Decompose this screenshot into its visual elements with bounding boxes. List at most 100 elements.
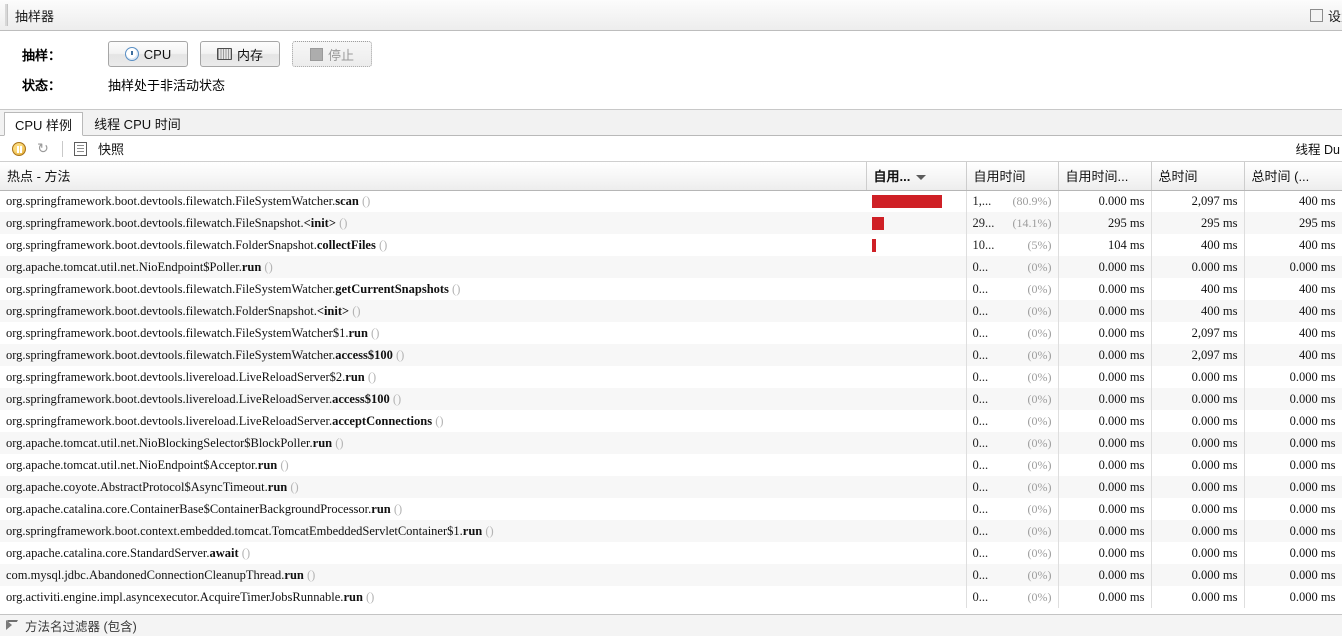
cell-method: org.springframework.boot.devtools.filewa… — [0, 344, 866, 366]
column-header-label: 自用... — [873, 169, 911, 185]
cpu-sample-button[interactable]: CPU — [108, 41, 188, 67]
column-header-selfbar[interactable]: 自用... — [866, 162, 967, 191]
table-row[interactable]: org.springframework.boot.devtools.filewa… — [0, 344, 1342, 366]
cell-total-time-percent: 0.000 ms — [1244, 564, 1342, 586]
cell-total-time-percent: 0.000 ms — [1244, 432, 1342, 454]
cell-self-time-bar — [866, 586, 967, 608]
cell-self-time-bar — [866, 432, 967, 454]
table-row[interactable]: org.springframework.boot.devtools.livere… — [0, 410, 1342, 432]
status-label: 状态： — [22, 77, 62, 93]
self-time-value: 0... — [972, 369, 989, 384]
self-time-value: 0... — [972, 325, 989, 340]
cell-method: org.springframework.boot.devtools.livere… — [0, 366, 866, 388]
cell-total-time: 2,097 ms — [1151, 322, 1245, 344]
table-row[interactable]: org.springframework.boot.devtools.filewa… — [0, 278, 1342, 300]
cell-total-time: 0.000 ms — [1151, 542, 1245, 564]
method-package: org.springframework.boot.devtools.livere… — [6, 413, 333, 428]
method-name: access$100 — [335, 347, 393, 362]
cpu-icon — [124, 47, 139, 61]
table-row[interactable]: org.springframework.boot.devtools.filewa… — [0, 300, 1342, 322]
cell-self-time-bar — [866, 190, 967, 212]
cell-method: org.springframework.boot.devtools.filewa… — [0, 300, 866, 322]
method-name: run — [462, 523, 483, 538]
method-package: org.springframework.boot.context.embedde… — [6, 523, 463, 538]
pause-button[interactable] — [8, 139, 30, 159]
table-row[interactable]: org.apache.catalina.core.ContainerBase$C… — [0, 498, 1342, 520]
method-filter-label: 方法名过滤器 (包含) — [25, 620, 137, 634]
tab-cpu-samples[interactable]: CPU 样例 — [4, 112, 84, 136]
table-row[interactable]: org.apache.tomcat.util.net.NioEndpoint$P… — [0, 256, 1342, 278]
table-row[interactable]: org.springframework.boot.devtools.filewa… — [0, 234, 1342, 256]
cell-total-time-percent: 0.000 ms — [1244, 410, 1342, 432]
table-row[interactable]: org.springframework.boot.devtools.filewa… — [0, 190, 1342, 212]
cell-self-time: 0.000 ms — [1058, 278, 1152, 300]
cell-self-time: 295 ms — [1058, 212, 1152, 234]
self-time-percent: (5%) — [1027, 237, 1052, 252]
tab-cpu-samples-label: CPU 样例 — [15, 117, 73, 133]
table-row[interactable]: org.springframework.boot.devtools.filewa… — [0, 212, 1342, 234]
cell-method: org.apache.catalina.core.ContainerBase$C… — [0, 498, 866, 520]
method-package: org.springframework.boot.devtools.filewa… — [6, 215, 304, 230]
self-time-value: 0... — [972, 413, 989, 428]
settings-checkbox[interactable] — [1310, 9, 1323, 22]
table-row[interactable]: org.activiti.engine.impl.asyncexecutor.A… — [0, 586, 1342, 608]
refresh-button[interactable]: ↻ — [32, 139, 54, 159]
cell-self-time: 0.000 ms — [1058, 498, 1152, 520]
stop-sample-button[interactable]: 停止 — [292, 41, 372, 67]
table-row[interactable]: org.apache.tomcat.util.net.NioBlockingSe… — [0, 432, 1342, 454]
cell-total-time-percent: 400 ms — [1244, 322, 1342, 344]
cell-method: org.apache.coyote.AbstractProtocol$Async… — [0, 476, 866, 498]
table-row[interactable]: org.springframework.boot.devtools.livere… — [0, 366, 1342, 388]
table-row[interactable]: com.mysql.jdbc.AbandonedConnectionCleanu… — [0, 564, 1342, 586]
cell-self-time: 0.000 ms — [1058, 300, 1152, 322]
cell-total-time: 0.000 ms — [1151, 388, 1245, 410]
cell-total-time-percent: 0.000 ms — [1244, 498, 1342, 520]
column-header-selftime[interactable]: 自用时间... — [1058, 162, 1152, 191]
table-row[interactable]: org.apache.tomcat.util.net.NioEndpoint$A… — [0, 454, 1342, 476]
cell-self-time-bar — [866, 476, 967, 498]
snapshot-button[interactable] — [69, 139, 91, 159]
cell-method: org.springframework.boot.devtools.filewa… — [0, 322, 866, 344]
tab-thread-cpu-time[interactable]: 线程 CPU 时间 — [83, 111, 192, 135]
cell-method: org.apache.tomcat.util.net.NioEndpoint$P… — [0, 256, 866, 278]
method-name: collectFiles — [316, 237, 376, 252]
cell-self-time-percent: 0... (0%) — [966, 498, 1059, 520]
table-header-row: 热点 - 方法 自用... 自用时间 自用时间... 总时间 总时间 (... — [0, 162, 1342, 191]
column-header-total[interactable]: 总时间 — [1151, 162, 1245, 191]
cpu-button-label: CPU — [143, 46, 172, 62]
snapshot-label[interactable]: 快照 — [98, 139, 124, 158]
cell-self-time: 0.000 ms — [1058, 476, 1152, 498]
table-row[interactable]: org.springframework.boot.context.embedde… — [0, 520, 1342, 542]
table-row[interactable]: org.apache.coyote.AbstractProtocol$Async… — [0, 476, 1342, 498]
memory-sample-button[interactable]: 内存 — [200, 41, 280, 67]
table-row[interactable]: org.apache.catalina.core.StandardServer.… — [0, 542, 1342, 564]
cell-total-time-percent: 0.000 ms — [1244, 256, 1342, 278]
cell-total-time: 0.000 ms — [1151, 432, 1245, 454]
cell-total-time-percent: 295 ms — [1244, 212, 1342, 234]
method-name: run — [371, 501, 391, 516]
column-header-selfpct[interactable]: 自用时间 — [966, 162, 1059, 191]
cell-total-time-percent: 400 ms — [1244, 190, 1342, 212]
table-body: org.springframework.boot.devtools.filewa… — [0, 190, 1342, 608]
sampling-row: 抽样： CPU 内存 停止 — [0, 39, 1342, 69]
table-row[interactable]: org.springframework.boot.devtools.filewa… — [0, 322, 1342, 344]
column-header-totalpct[interactable]: 总时间 (... — [1244, 162, 1342, 191]
settings-label[interactable]: 设置 — [1328, 6, 1342, 25]
hotspot-table: 热点 - 方法 自用... 自用时间 自用时间... 总时间 总时间 (... org.s… — [0, 162, 1342, 608]
hotspot-table-container[interactable]: 热点 - 方法 自用... 自用时间 自用时间... 总时间 总时间 (... org.s… — [0, 162, 1342, 614]
cell-method: org.apache.catalina.core.StandardServer.… — [0, 542, 866, 564]
cell-total-time-percent: 400 ms — [1244, 344, 1342, 366]
table-row[interactable]: org.springframework.boot.devtools.livere… — [0, 388, 1342, 410]
cell-total-time-percent: 400 ms — [1244, 278, 1342, 300]
cell-self-time: 0.000 ms — [1058, 542, 1152, 564]
column-header-label: 总时间 (... — [1251, 169, 1310, 185]
cell-method: org.apache.tomcat.util.net.NioEndpoint$A… — [0, 454, 866, 476]
cell-self-time-percent: 0... (0%) — [966, 542, 1059, 564]
self-time-bar — [872, 216, 885, 230]
column-header-method[interactable]: 热点 - 方法 — [0, 162, 867, 191]
cell-method: org.springframework.boot.context.embedde… — [0, 520, 866, 542]
cell-total-time: 2,097 ms — [1151, 190, 1245, 212]
self-time-value: 0... — [972, 589, 989, 604]
method-filter-bar[interactable]: 方法名过滤器 (包含) — [0, 614, 1342, 636]
method-package: org.springframework.boot.devtools.filewa… — [6, 193, 336, 208]
